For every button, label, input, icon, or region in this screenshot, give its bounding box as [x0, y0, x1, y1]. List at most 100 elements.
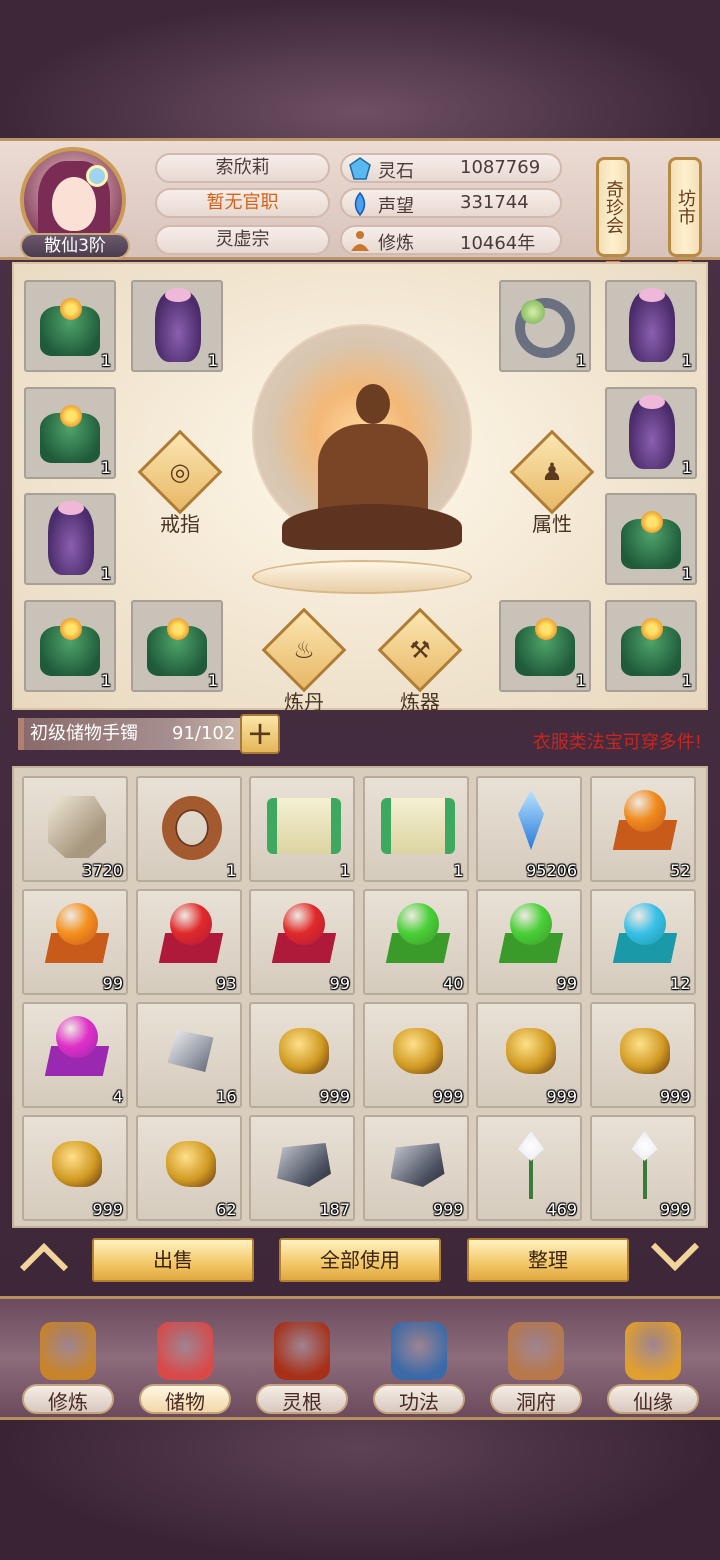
equip-slot[interactable]: 1	[499, 280, 591, 372]
inventory-slot[interactable]: 12	[589, 889, 696, 995]
inventory-slot[interactable]: 999	[362, 1115, 469, 1221]
page-up-arrow[interactable]	[20, 1242, 74, 1272]
item-qty: 1	[681, 671, 692, 690]
inventory-slot[interactable]: 999	[362, 1002, 469, 1108]
storage-name: 初级储物手镯	[30, 723, 138, 744]
cultivation-counter: 修炼 10464年	[340, 225, 562, 255]
inventory-slot[interactable]: 93	[135, 889, 242, 995]
equip-slot[interactable]: 1	[605, 280, 697, 372]
item-qty: 999	[546, 1087, 577, 1106]
inventory-slot[interactable]: 99	[476, 889, 582, 995]
resource-label: 修炼	[378, 233, 414, 254]
equip-slot[interactable]: 1	[24, 387, 116, 479]
inventory-slot[interactable]: 1	[362, 776, 469, 882]
equip-slot[interactable]: 1	[24, 280, 116, 372]
silver-ore-icon	[167, 1030, 214, 1072]
inventory-slot[interactable]: 999	[589, 1115, 696, 1221]
nav-fate-gourd[interactable]: 仙缘	[603, 1318, 703, 1418]
equip-slot[interactable]: 1	[605, 387, 697, 479]
inventory-slot[interactable]: 1	[135, 776, 242, 882]
nav-spirit-root[interactable]: 灵根	[252, 1318, 352, 1418]
item-qty: 1	[226, 861, 237, 880]
page-down-arrow[interactable]	[646, 1238, 700, 1268]
inventory-slot[interactable]: 52	[589, 776, 696, 882]
rank-badge: 散仙3阶	[20, 233, 130, 259]
inventory-slot[interactable]: 3720	[22, 776, 128, 882]
top-decor-band	[0, 0, 720, 140]
gold-ore-icon	[506, 1028, 556, 1074]
dark-ore-icon	[390, 1143, 445, 1187]
inventory-slot[interactable]: 999	[249, 1002, 355, 1108]
equip-slot[interactable]: 1	[24, 493, 116, 585]
inventory-slot[interactable]: 999	[22, 1115, 128, 1221]
item-qty: 1	[339, 861, 350, 880]
anvil-icon: ⚒	[409, 636, 431, 664]
wooden-ring-icon	[161, 796, 222, 860]
equip-slot[interactable]: 1	[605, 600, 697, 692]
equip-slot[interactable]: 1	[24, 600, 116, 692]
inventory-slot[interactable]: 4	[22, 1002, 128, 1108]
inventory-slot[interactable]: 16	[135, 1002, 242, 1108]
nav-cultivate[interactable]: 修炼	[18, 1318, 118, 1418]
inventory-slot[interactable]: 95206	[476, 776, 582, 882]
inventory-slot[interactable]: 1	[249, 776, 355, 882]
orb-sphere	[510, 903, 552, 945]
market-button[interactable]: 坊市	[668, 157, 702, 257]
gold-ore-icon	[392, 1028, 443, 1074]
item-qty: 99	[329, 974, 350, 993]
sell-button[interactable]: 出售	[92, 1238, 254, 1282]
sect-name: 灵虚宗	[155, 225, 330, 255]
item-qty: 1	[681, 351, 692, 370]
equip-slot[interactable]: 1	[131, 600, 223, 692]
inventory-slot[interactable]: 99	[22, 889, 128, 995]
treasure-hall-button[interactable]: 奇珍会	[596, 157, 630, 257]
inventory-slot[interactable]: 999	[589, 1002, 696, 1108]
pedestal	[252, 560, 472, 594]
item-qty: 1	[100, 351, 111, 370]
spirit-stone-icon	[348, 157, 372, 181]
attributes-label: 属性	[532, 512, 572, 536]
inventory-slot[interactable]: 99	[249, 889, 355, 995]
ring-icon: ◎	[169, 458, 191, 486]
gold-ore-icon	[279, 1028, 329, 1074]
inventory-slot[interactable]: 40	[362, 889, 469, 995]
avatar-face	[52, 177, 96, 231]
fate-gourd-icon	[625, 1322, 681, 1380]
lily-stem	[642, 1159, 647, 1199]
orb-sphere	[283, 903, 325, 945]
item-qty: 12	[670, 974, 691, 993]
white-lily-icon	[506, 1131, 556, 1201]
dark-ore-icon	[277, 1143, 331, 1187]
attributes-button[interactable]: ♟ 属性	[492, 429, 612, 552]
equip-slot[interactable]: 1	[605, 493, 697, 585]
item-qty: 1	[100, 671, 111, 690]
inventory-slot[interactable]: 62	[135, 1115, 242, 1221]
ring-button[interactable]: ◎ 戒指	[120, 429, 240, 552]
green-robe-icon	[147, 616, 207, 676]
gold-ore-icon	[165, 1141, 216, 1187]
expand-storage-button[interactable]: +	[240, 714, 280, 754]
figure-base	[282, 504, 462, 550]
spirit-stone-counter: 灵石 1087769	[340, 153, 562, 183]
red-orb-icon	[271, 903, 337, 965]
inventory-slot[interactable]: 999	[476, 1002, 582, 1108]
cyan-orb-icon	[612, 903, 677, 965]
item-qty: 40	[443, 974, 464, 993]
equip-slot[interactable]: 1	[131, 280, 223, 372]
nav-label: 灵根	[282, 1390, 322, 1414]
sort-button[interactable]: 整理	[467, 1238, 629, 1282]
green-robe-icon	[515, 616, 575, 676]
meditating-figure	[272, 384, 472, 564]
purple-robe-icon	[629, 288, 675, 362]
resource-label: 声望	[378, 196, 414, 217]
cultivation-icon	[348, 229, 372, 253]
forge-button[interactable]: ⚒ 炼器	[360, 607, 480, 730]
nav-storage-bag[interactable]: 储物	[135, 1318, 235, 1418]
inventory-slot[interactable]: 187	[249, 1115, 355, 1221]
equip-slot[interactable]: 1	[499, 600, 591, 692]
use-all-button[interactable]: 全部使用	[279, 1238, 441, 1282]
nav-cave-mansion[interactable]: 洞府	[486, 1318, 586, 1418]
nav-technique-book[interactable]: 功法	[369, 1318, 469, 1418]
player-header: 散仙3阶 索欣莉 暂无官职 灵虚宗 灵石 1087769 声望 331744 修…	[0, 138, 720, 287]
inventory-slot[interactable]: 469	[476, 1115, 582, 1221]
